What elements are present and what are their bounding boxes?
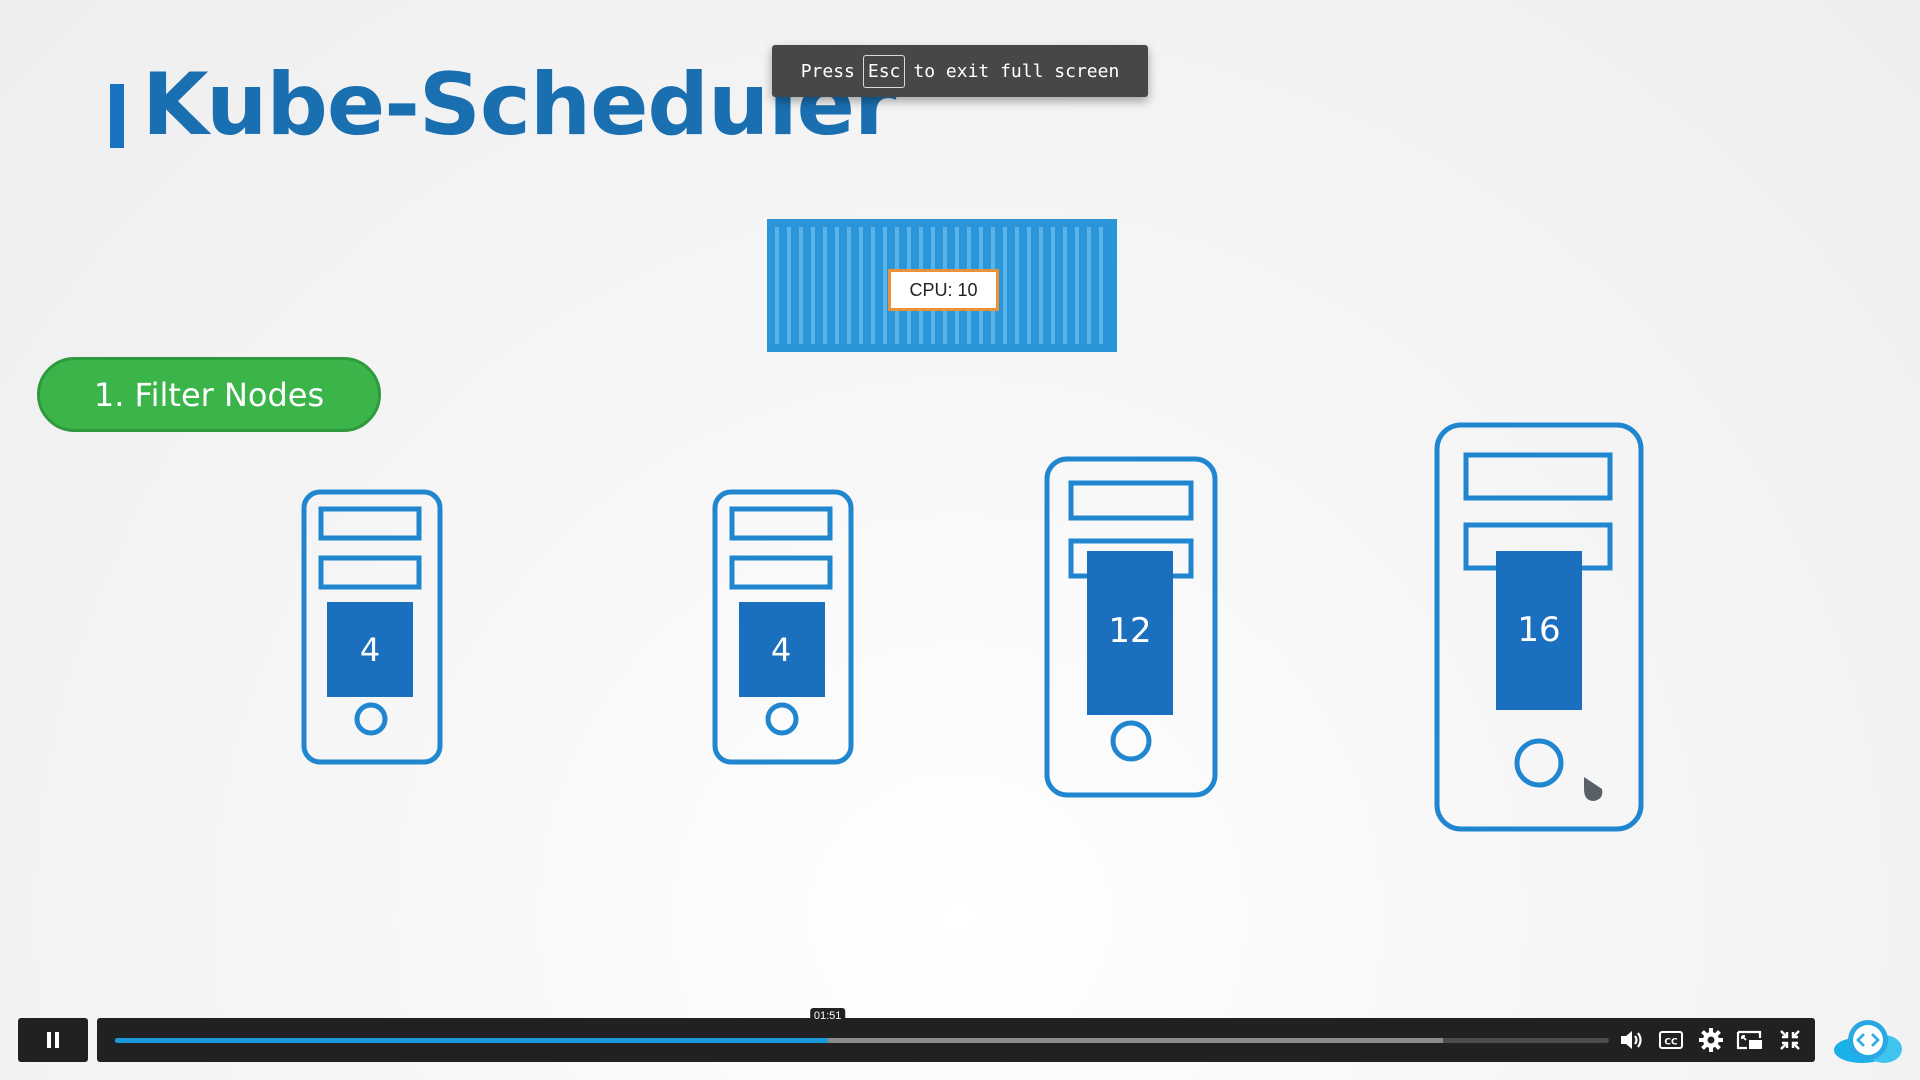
node-server-2: 4 (712, 489, 854, 765)
current-time-tooltip: 01:51 (809, 1008, 846, 1024)
node-1-cpu: 4 (360, 631, 380, 669)
pause-icon (47, 1032, 59, 1048)
presenter-cursor-icon (1582, 775, 1604, 803)
captions-icon: CC (1659, 1031, 1683, 1049)
volume-button[interactable] (1617, 1026, 1647, 1054)
control-strip: 01:51 CC (97, 1008, 1815, 1062)
pod-cpu-label: CPU: 10 (888, 269, 999, 311)
settings-icon (1699, 1028, 1723, 1052)
pip-icon (1736, 1030, 1762, 1050)
node-server-1: 4 (301, 489, 443, 765)
video-player-controls: 01:51 CC (0, 1008, 1920, 1080)
node-server-4: 16 (1434, 422, 1644, 832)
code-brand-logo-icon[interactable] (1832, 1019, 1904, 1065)
node-4-cpu: 16 (1517, 610, 1560, 650)
svg-text:CC: CC (1664, 1038, 1678, 1048)
settings-button[interactable] (1696, 1026, 1726, 1054)
fullscreen-exit-toast: Press Esc to exit full screen (772, 45, 1148, 97)
volume-icon (1621, 1031, 1642, 1049)
toast-suffix: to exit full screen (913, 60, 1120, 82)
toast-prefix: Press (800, 60, 855, 82)
picture-in-picture-button[interactable] (1735, 1026, 1765, 1054)
node-server-3: 12 (1044, 456, 1218, 798)
pause-button[interactable] (18, 1018, 88, 1062)
exit-fullscreen-icon (1780, 1030, 1800, 1050)
exit-fullscreen-button[interactable] (1775, 1026, 1805, 1054)
captions-button[interactable]: CC (1656, 1026, 1686, 1054)
node-3-cpu: 12 (1108, 611, 1151, 651)
progress-played (115, 1038, 828, 1043)
esc-key-hint: Esc (862, 54, 906, 88)
title-accent-bar (110, 84, 124, 148)
node-2-cpu: 4 (771, 631, 791, 669)
filter-nodes-step-label: 1. Filter Nodes (37, 357, 381, 432)
progress-bar[interactable] (115, 1038, 1609, 1043)
